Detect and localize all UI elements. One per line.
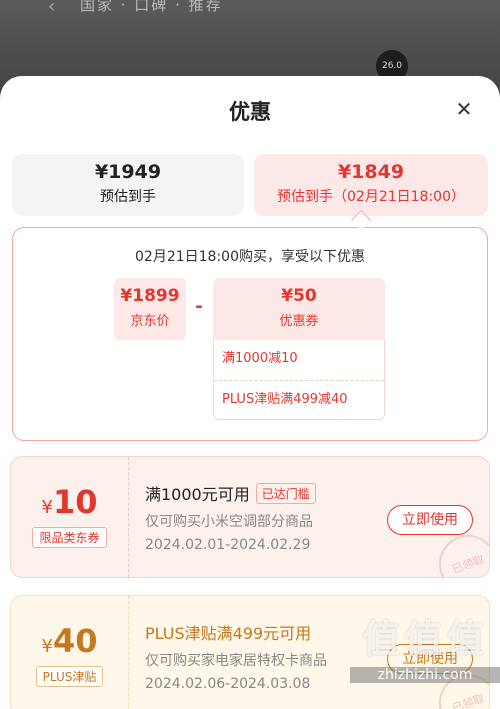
detail-header: 02月21日18:00购买，享受以下优惠 <box>135 249 365 265</box>
threshold-reached-badge: 已达门槛 <box>255 483 316 504</box>
close-icon[interactable]: ✕ <box>452 98 476 122</box>
watermark-logo: 值值值 <box>361 617 488 661</box>
watermark-url: zhizhizhi.com <box>350 667 500 683</box>
coupon-description: 仅可购买家电家居特权卡商品 <box>145 653 327 669</box>
coupon-title: 满1000元可用 已达门槛 <box>145 481 316 505</box>
coupon-total-box: ¥50 优惠券 <box>213 278 385 340</box>
amount-value: 10 <box>52 483 98 521</box>
minus-sign: - <box>195 296 203 317</box>
coupon-title: PLUS津贴满499元可用 <box>145 624 312 643</box>
coupon-type-tag: PLUS津贴 <box>35 666 104 687</box>
currency-symbol: ¥ <box>41 636 53 657</box>
coupon-description: 仅可购买小米空调部分商品 <box>145 514 313 530</box>
coupon-breakdown-item: 满1000减10 <box>222 351 298 366</box>
coupon-total-label: 优惠券 <box>279 314 319 329</box>
coupon-breakdown-list: 满1000减10 PLUS津贴满499减40 <box>213 340 385 420</box>
site-watermark: 值值值 zhizhizhi.com <box>350 608 500 683</box>
currency-symbol: ¥ <box>41 497 53 518</box>
background-tabs: 国家 · 口碑 · 推荐 <box>80 0 223 14</box>
price-options: ¥1949 预估到手 ¥1849 预估到手（02月21日18:00） <box>12 154 488 216</box>
price-option-current[interactable]: ¥1949 预估到手 <box>12 154 244 216</box>
coupon-amount-section: ¥10 限品类东券 <box>11 457 129 577</box>
price-value: ¥1849 <box>337 161 405 183</box>
coupon-amount: ¥40 <box>11 622 128 660</box>
amount-value: 40 <box>52 622 98 660</box>
coupon-total-value: ¥50 <box>281 286 317 306</box>
back-arrow-icon[interactable]: ‹ <box>48 0 55 17</box>
jd-price-value: ¥1899 <box>120 286 180 306</box>
coupon-title-text: 满1000元可用 <box>145 485 250 504</box>
discount-detail-panel: 02月21日18:00购买，享受以下优惠 ¥1899 京东价 - ¥50 优惠券… <box>12 227 488 441</box>
price-value: ¥1949 <box>94 161 162 183</box>
coupon-breakdown-item: PLUS津贴满499减40 <box>214 380 384 420</box>
coupon-amount-section: ¥40 PLUS津贴 <box>11 596 129 709</box>
coupon-card: ¥10 限品类东券 满1000元可用 已达门槛 仅可购买小米空调部分商品 2024… <box>10 456 490 578</box>
use-now-button[interactable]: 立即使用 <box>387 505 473 535</box>
price-label: 预估到手 <box>100 189 156 205</box>
coupon-validity: 2024.02.01-2024.02.29 <box>145 537 311 553</box>
jd-price-box: ¥1899 京东价 <box>114 278 186 340</box>
price-option-scheduled[interactable]: ¥1849 预估到手（02月21日18:00） <box>254 154 488 216</box>
coupon-type-tag: 限品类东券 <box>32 527 107 548</box>
jd-price-label: 京东价 <box>130 314 170 329</box>
coupon-amount: ¥10 <box>11 483 128 521</box>
sheet-title: 优惠 <box>229 100 271 124</box>
coupon-validity: 2024.02.06-2024.03.08 <box>145 676 311 692</box>
price-label: 预估到手（02月21日18:00） <box>277 189 465 205</box>
